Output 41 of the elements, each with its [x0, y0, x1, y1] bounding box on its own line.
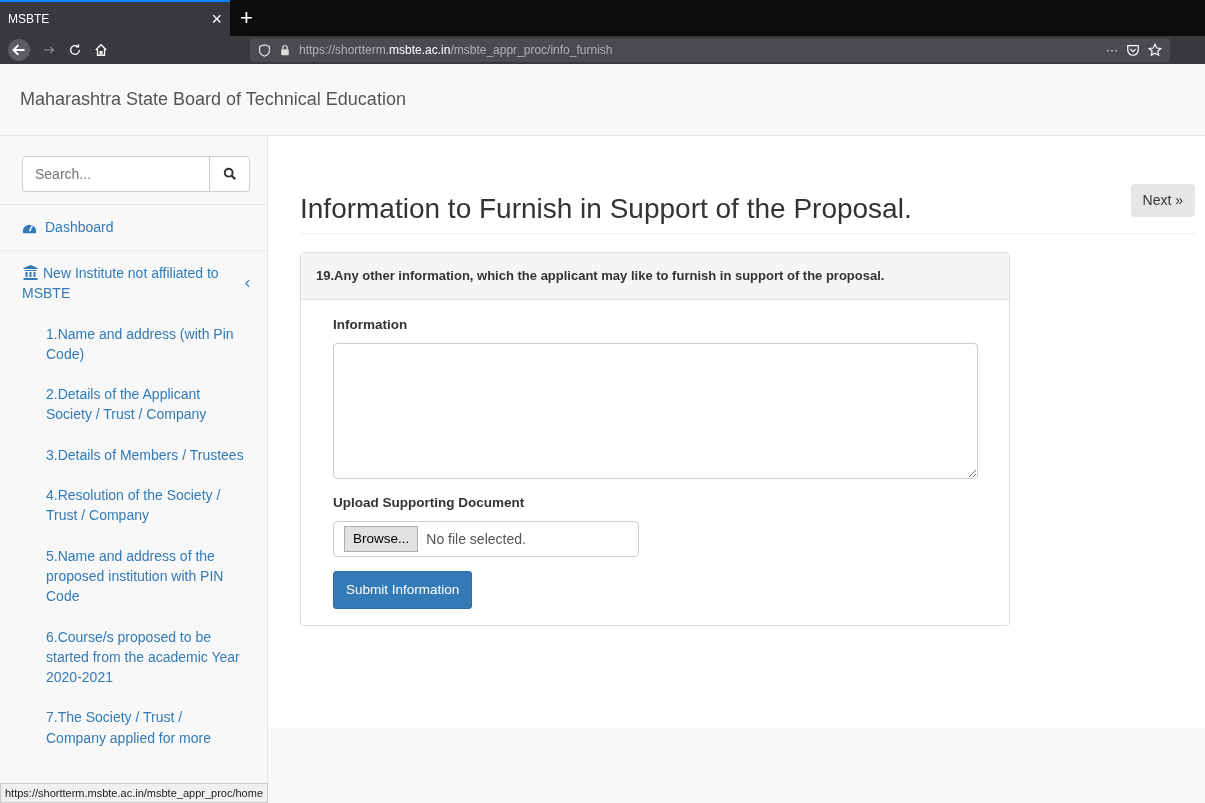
pocket-icon[interactable] [1126, 43, 1140, 57]
chevron-icon[interactable] [243, 277, 252, 289]
star-icon[interactable] [1148, 43, 1162, 57]
more-options-button[interactable]: ··· [1106, 41, 1118, 59]
search-button[interactable] [209, 157, 249, 191]
search-box[interactable]: Search... [22, 156, 250, 192]
url-text: https://shortterm.msbte.ac.in/msbte_appr_proc/info_furnish [299, 42, 614, 59]
browser-tab[interactable]: MSBTE × [0, 0, 230, 36]
sidebar-subitem[interactable]: 1.Name and address (with Pin Code) [0, 315, 267, 377]
field-label: Upload Supporting Document [333, 493, 526, 512]
page-title: Information to Furnish in Support of the Proposal. [300, 195, 912, 223]
browse-button[interactable]: Browse... [344, 525, 419, 553]
next-button[interactable]: Next » [1130, 184, 1195, 217]
panel-heading: 19.Any other information, which the applicant may like to furnish in support of the proposal. [301, 253, 1009, 300]
information-field[interactable] [333, 342, 978, 479]
file-upload-field[interactable]: Browse... No file selected. [333, 521, 639, 557]
reload-icon[interactable] [68, 43, 82, 57]
sidebar-subitem[interactable]: 2.Details of the Applicant Society / Trust / Company [0, 376, 267, 437]
site-title[interactable]: Maharashtra State Board of Technical Education [20, 86, 406, 113]
home-icon[interactable] [94, 43, 108, 57]
sidebar-subitem[interactable]: 5.Name and address of the proposed institution with PIN Code [0, 537, 267, 619]
close-tab-button[interactable]: × [211, 10, 222, 28]
lock-icon [279, 44, 291, 56]
field-label: Information [333, 315, 409, 334]
sidebar-label[interactable]: Dashboard [45, 217, 114, 238]
shield-icon[interactable] [258, 43, 271, 57]
sidebar-subitem[interactable]: 4.Resolution of the Society / Trust / Company [0, 477, 267, 538]
submit-button[interactable]: Submit Information [333, 571, 473, 610]
file-status: No file selected. [426, 529, 526, 549]
sidebar-subitem[interactable]: 7.The Society / Trust / Company applied for more [0, 699, 267, 761]
sidebar-item-text[interactable]: New Institute not affiliated to MSBTE [22, 263, 222, 304]
bank-icon [22, 264, 39, 280]
sidebar-subitem[interactable]: 3.Details of Members / Trustees [0, 436, 267, 478]
back-icon[interactable] [8, 39, 30, 61]
sidebar-item[interactable]: New Institute not affiliated to MSBTE [0, 250, 267, 316]
tab-title: MSBTE [8, 11, 50, 28]
address-bar[interactable]: https://shortterm.msbte.ac.in/msbte_appr_proc/info_furnish ··· [250, 38, 1170, 62]
status-bar: https://shortterm.msbte.ac.in/msbte_appr_proc/home [0, 782, 268, 803]
search-icon [222, 167, 237, 181]
new-tab-button[interactable]: + [230, 7, 263, 29]
sidebar-subitem[interactable]: 6.Course/s proposed to be started from the academic Year 2020-2021 [0, 618, 267, 700]
